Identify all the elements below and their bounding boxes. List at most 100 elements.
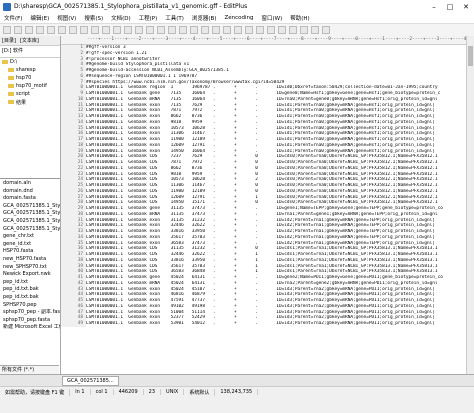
- file-item[interactable]: SPHSP70.pep: [0, 302, 60, 310]
- directory-pane: [目录] [文本库] [D:] 软件 D:\ sharesp hsp70 hsp70_…: [0, 36, 61, 374]
- toolbar-button[interactable]: [179, 26, 187, 34]
- document-tab[interactable]: GCA_002571385...: [62, 376, 119, 386]
- status-help: 如需帮助，请按键盘 F1 键: [0, 388, 71, 396]
- drive-select[interactable]: [D:] 软件: [0, 46, 60, 58]
- file-item[interactable]: pep_id.txt: [0, 279, 60, 287]
- toolbar-button[interactable]: [190, 26, 198, 34]
- status-format: UNIX: [161, 389, 185, 395]
- vertical-scrollbar[interactable]: [466, 36, 474, 374]
- line-number: 49: [61, 321, 86, 327]
- file-type-filter[interactable]: 所有文件 (*.*): [0, 365, 59, 374]
- window-title: D:\sharesp\GCA_002571385.1_Stylophora_pi…: [14, 3, 248, 10]
- folder-icon: [8, 100, 14, 104]
- toolbar-button[interactable]: [223, 26, 231, 34]
- status-file-size: 138,243,735: [215, 389, 259, 395]
- toolbar-button[interactable]: [36, 26, 44, 34]
- toolbar-button[interactable]: [58, 26, 66, 34]
- folder-icon: [8, 84, 14, 88]
- file-item[interactable]: gene_id.txt: [0, 241, 60, 249]
- toolbar-button[interactable]: [212, 26, 220, 34]
- toolbar-button[interactable]: [289, 26, 297, 34]
- file-item[interactable]: GCA_002571385.1_Stylo: [0, 218, 60, 226]
- toolbar-button[interactable]: [267, 26, 275, 34]
- toolbar-button[interactable]: [14, 26, 22, 34]
- toolbar-button[interactable]: [124, 26, 132, 34]
- folder-item[interactable]: sharesp: [0, 66, 60, 74]
- toolbar-button[interactable]: [146, 26, 154, 34]
- toolbar-button[interactable]: [322, 26, 330, 34]
- toolbar-button[interactable]: [25, 26, 33, 34]
- file-item[interactable]: sphsp70_pep - 副本.fasta: [0, 309, 60, 317]
- menu-item[interactable]: 帮助(H): [286, 14, 313, 22]
- folder-item[interactable]: hsp70: [0, 74, 60, 82]
- folder-item[interactable]: hsp70_motif: [0, 82, 60, 90]
- file-list: domain.aln domain.dnd domain.fasta GCA_0025…: [0, 179, 60, 332]
- file-item[interactable]: GCA_002571385.1_Stylo: [0, 210, 60, 218]
- folder-item[interactable]: script: [0, 90, 60, 98]
- toolbar-button[interactable]: [157, 26, 165, 34]
- file-item[interactable]: GCA_002571385.1_Stylo: [0, 226, 60, 234]
- folder-icon: [8, 68, 14, 72]
- text-editor[interactable]: ----+----1----+----2----+----3----+----4…: [61, 36, 474, 374]
- file-item[interactable]: domain.dnd: [0, 188, 60, 196]
- menu-item[interactable]: 文档(D): [107, 14, 135, 22]
- menu-item[interactable]: 文件(F): [0, 14, 26, 22]
- file-item[interactable]: HSP70.fasta: [0, 248, 60, 256]
- toolbar-button[interactable]: [201, 26, 209, 34]
- menu-bar: 文件(F) 编辑(E) 视图(V) 搜索(S) 文档(D) 工程(P) 工具(T) 浏览器(B…: [0, 13, 474, 24]
- folder-icon: [8, 92, 14, 96]
- close-button[interactable]: ✕: [458, 3, 474, 11]
- scrollbar-thumb[interactable]: [468, 46, 473, 66]
- menu-item[interactable]: 视图(V): [53, 14, 80, 22]
- toolbar-button[interactable]: [3, 26, 11, 34]
- file-item[interactable]: pep_id.txt.bak: [0, 294, 60, 302]
- toolbar-button[interactable]: [80, 26, 88, 34]
- toolbar-button[interactable]: [168, 26, 176, 34]
- file-item[interactable]: sphsp70_pep.fasta: [0, 317, 60, 325]
- folder-label: D:\: [10, 59, 18, 65]
- minimize-button[interactable]: –: [426, 3, 442, 11]
- maximize-button[interactable]: □: [442, 3, 458, 11]
- menu-item[interactable]: 工具(T): [161, 14, 188, 22]
- line-text: LSMT01000001.1 Genbank exon 53901 54012 …: [86, 321, 435, 326]
- menu-item[interactable]: 浏览器(B): [188, 14, 221, 22]
- file-item[interactable]: new_SPHSP70.txt: [0, 264, 60, 272]
- menu-item[interactable]: 搜索(S): [80, 14, 107, 22]
- folder-label: script: [16, 91, 30, 97]
- toolbar-button[interactable]: [245, 26, 253, 34]
- menu-item[interactable]: 窗口(W): [258, 14, 287, 22]
- file-item[interactable]: domain.fasta: [0, 195, 60, 203]
- folder-icon: [8, 76, 14, 80]
- toolbar-button[interactable]: [113, 26, 121, 34]
- toolbar-button[interactable]: [91, 26, 99, 34]
- text-lines: 1 ##gff-version 3 2 #!gff-spec-version 1.21…: [61, 45, 474, 327]
- file-item[interactable]: domain.aln: [0, 180, 60, 188]
- folder-tree: D:\ sharesp hsp70 hsp70_motifscript 结果: [0, 58, 60, 179]
- menu-item[interactable]: 工程(P): [135, 14, 162, 22]
- file-item[interactable]: new_HSP70.fasta: [0, 256, 60, 264]
- toolbar-button[interactable]: [135, 26, 143, 34]
- toolbar-button[interactable]: [311, 26, 319, 34]
- toolbar-button[interactable]: [300, 26, 308, 34]
- toolbar-button[interactable]: [69, 26, 77, 34]
- folder-item[interactable]: 结果: [0, 98, 60, 106]
- folder-item[interactable]: D:\: [0, 58, 60, 66]
- toolbar-button[interactable]: [47, 26, 55, 34]
- menu-item[interactable]: Zencoding: [220, 15, 257, 21]
- toolbar-button[interactable]: [256, 26, 264, 34]
- file-item[interactable]: 新建 Microsoft Excel 工作表: [0, 324, 60, 332]
- tab-cliptext[interactable]: [文本库]: [18, 36, 41, 45]
- folder-label: hsp70_motif: [16, 83, 47, 89]
- file-item[interactable]: GCA_002571385.1_Stylo: [0, 203, 60, 211]
- toolbar-button[interactable]: [278, 26, 286, 34]
- title-bar: D:\sharesp\GCA_002571385.1_Stylophora_pi…: [0, 0, 474, 13]
- toolbar-button[interactable]: [102, 26, 110, 34]
- toolbar-button[interactable]: [234, 26, 242, 34]
- menu-item[interactable]: 编辑(E): [26, 14, 53, 22]
- file-item[interactable]: pep_id.txt.bak: [0, 286, 60, 294]
- tab-directory[interactable]: [目录]: [0, 36, 18, 45]
- file-item[interactable]: gene_chr.txt: [0, 233, 60, 241]
- status-bar: 如需帮助，请按键盘 F1 键 ln 1 col 1 446209 23 UNIX…: [0, 386, 474, 413]
- file-item[interactable]: Newick Export.nwk: [0, 271, 60, 279]
- folder-label: sharesp: [16, 67, 36, 73]
